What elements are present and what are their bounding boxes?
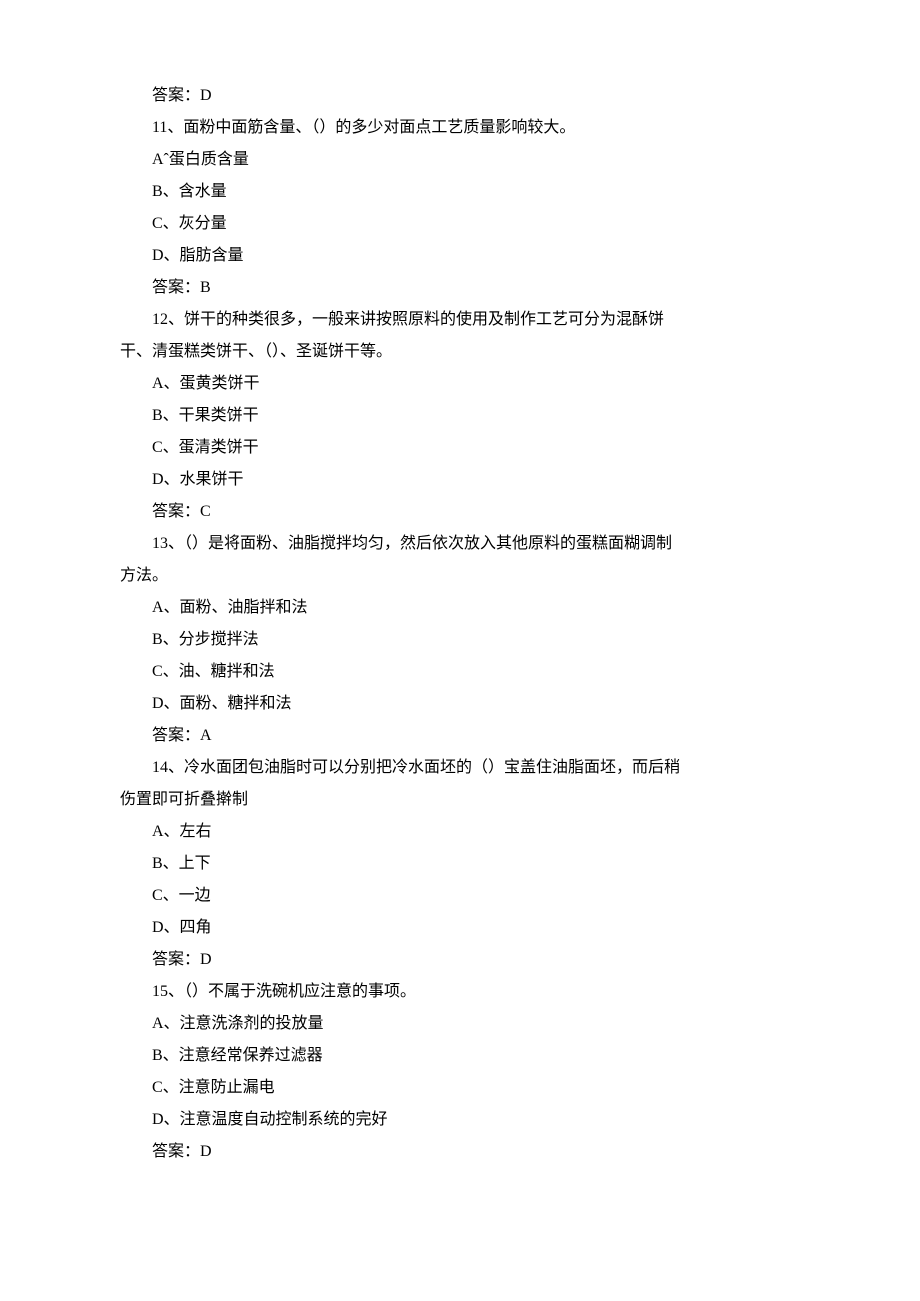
q13-option-d: D、面粉、糖拌和法	[120, 688, 800, 720]
q14-option-a: A、左右	[120, 816, 800, 848]
q11-option-d: D、脂肪含量	[120, 240, 800, 272]
q12-answer: 答案：C	[120, 496, 800, 528]
q11-answer: 答案：B	[120, 272, 800, 304]
q15-answer: 答案：D	[120, 1136, 800, 1168]
q14-stem-line2: 伤置即可折叠擀制	[120, 784, 800, 816]
q11-stem: 11、面粉中面筋含量、（）的多少对面点工艺质量影响较大。	[120, 112, 800, 144]
q14-option-c: C、一边	[120, 880, 800, 912]
q12-stem-line2: 干、清蛋糕类饼干、（）、圣诞饼干等。	[120, 336, 800, 368]
q13-option-b: B、分步搅拌法	[120, 624, 800, 656]
q11-option-c: C、灰分量	[120, 208, 800, 240]
q11-option-a: Aˆ蛋白质含量	[120, 144, 800, 176]
q12-option-c: C、蛋清类饼干	[120, 432, 800, 464]
q11-option-b: B、含水量	[120, 176, 800, 208]
q15-option-c: C、注意防止漏电	[120, 1072, 800, 1104]
q12-option-d: D、水果饼干	[120, 464, 800, 496]
q15-option-b: B、注意经常保养过滤器	[120, 1040, 800, 1072]
q14-answer: 答案：D	[120, 944, 800, 976]
q15-option-a: A、注意洗涤剂的投放量	[120, 1008, 800, 1040]
q13-stem-line1: 13、（）是将面粉、油脂搅拌均匀，然后依次放入其他原料的蛋糕面糊调制	[120, 528, 800, 560]
q12-option-a: A、蛋黄类饼干	[120, 368, 800, 400]
document-page: 答案：D 11、面粉中面筋含量、（）的多少对面点工艺质量影响较大。 Aˆ蛋白质含…	[0, 0, 920, 1301]
q13-option-a: A、面粉、油脂拌和法	[120, 592, 800, 624]
q12-option-b: B、干果类饼干	[120, 400, 800, 432]
q14-option-d: D、四角	[120, 912, 800, 944]
q14-stem-line1: 14、冷水面团包油脂时可以分别把冷水面坯的（）宝盖住油脂面坯，而后稍	[120, 752, 800, 784]
q13-option-c: C、油、糖拌和法	[120, 656, 800, 688]
q15-stem: 15、（）不属于洗碗机应注意的事项。	[120, 976, 800, 1008]
q14-option-b: B、上下	[120, 848, 800, 880]
q13-answer: 答案：A	[120, 720, 800, 752]
q13-stem-line2: 方法。	[120, 560, 800, 592]
q10-answer: 答案：D	[120, 80, 800, 112]
q12-stem-line1: 12、饼干的种类很多，一般来讲按照原料的使用及制作工艺可分为混酥饼	[120, 304, 800, 336]
q15-option-d: D、注意温度自动控制系统的完好	[120, 1104, 800, 1136]
